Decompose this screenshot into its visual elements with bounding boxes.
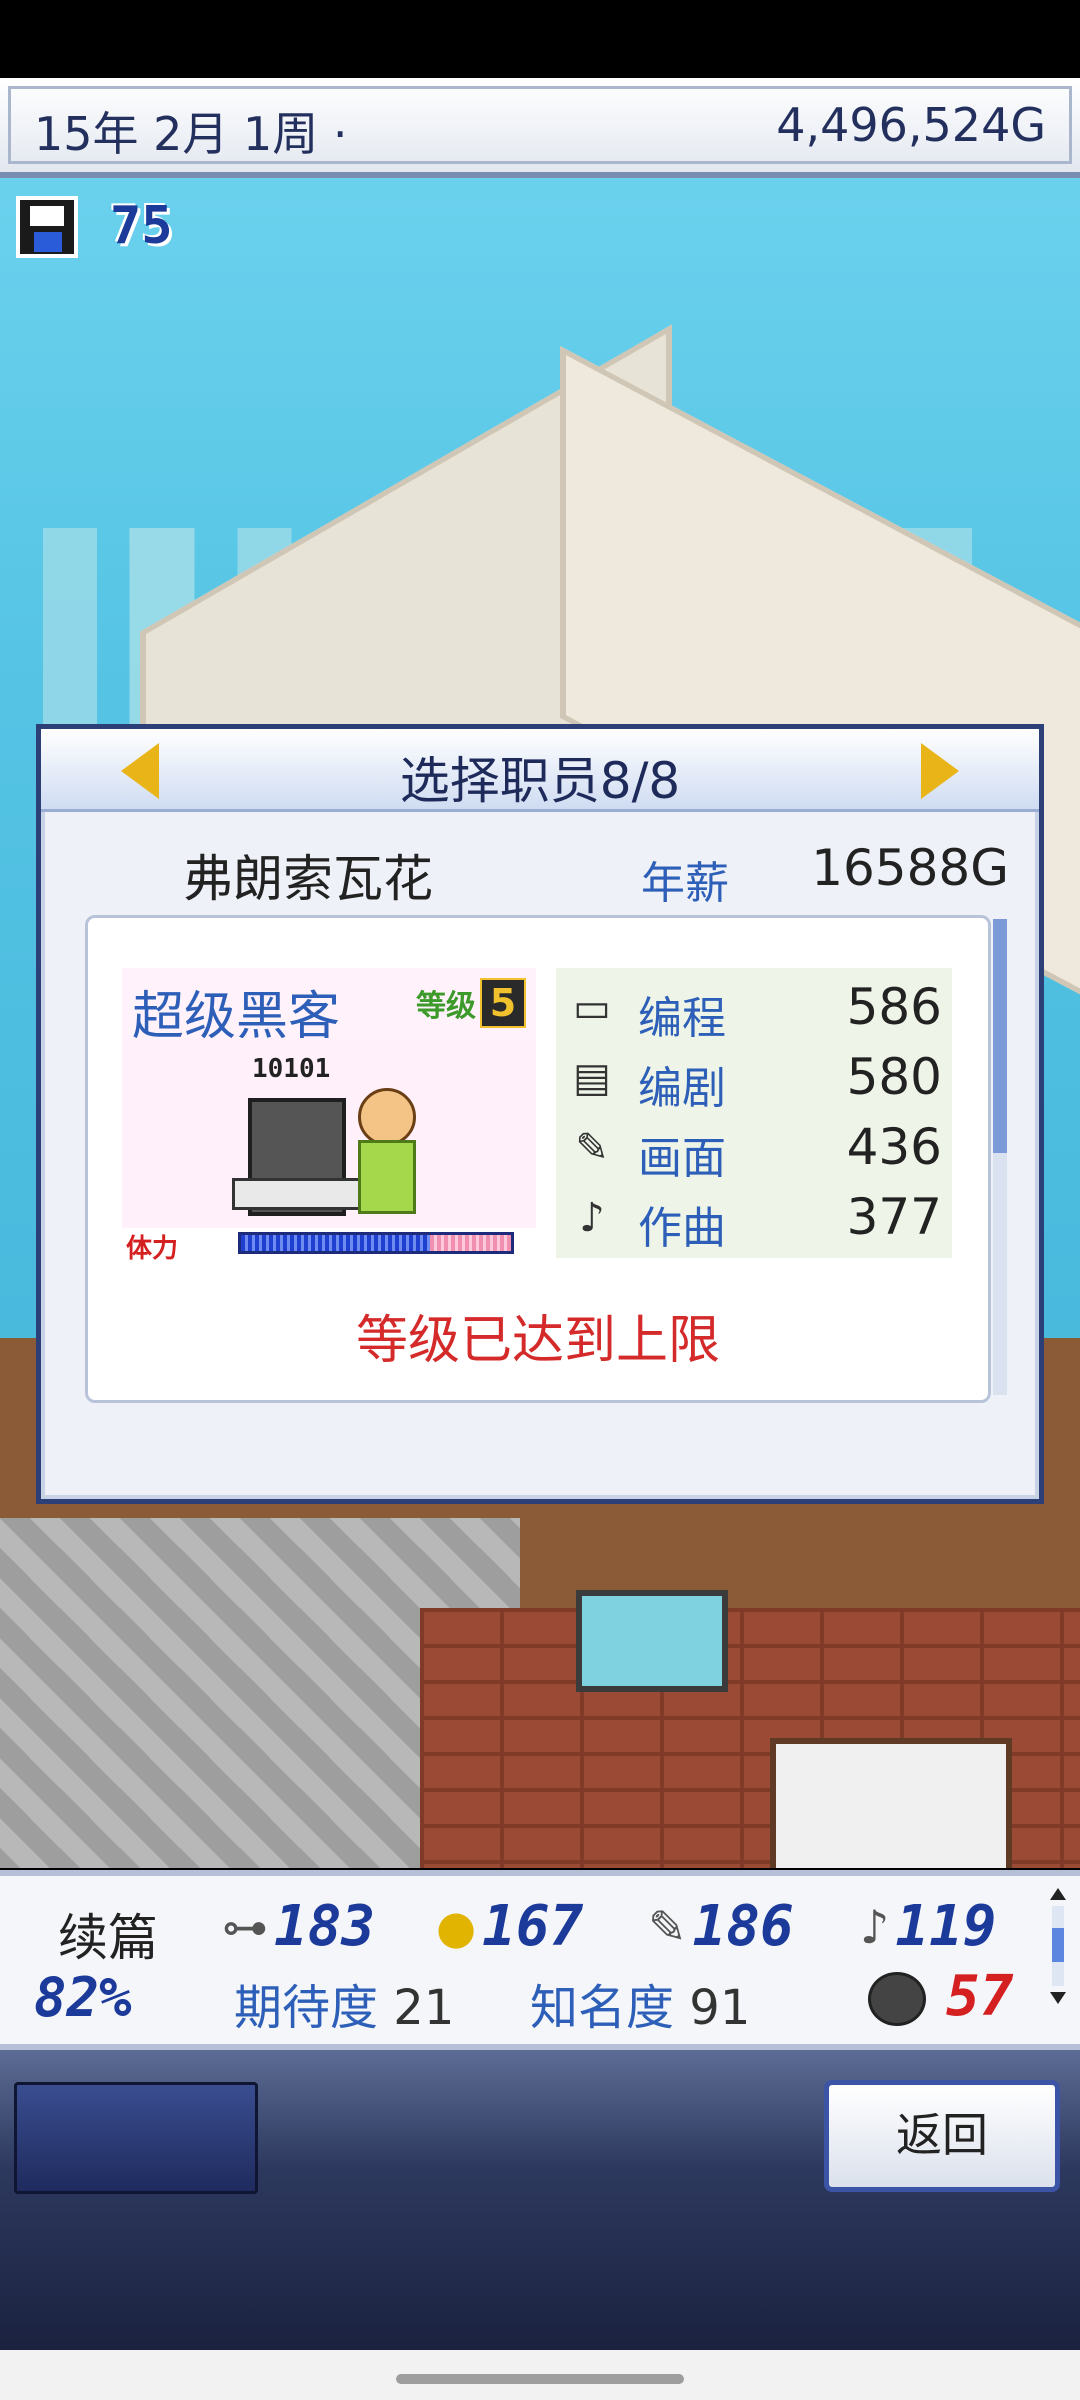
skill-stats: ▭ 编程 586 ▤ 编剧 580 ✎ 画面 436 ♪ 作曲 377 bbox=[556, 968, 952, 1258]
salary-label: 年薪 bbox=[641, 858, 729, 909]
level-label: 等级 bbox=[416, 989, 476, 1024]
empty-command-slot[interactable] bbox=[14, 2082, 258, 2194]
dialog-header: 选择职员8/8 bbox=[41, 729, 1039, 812]
office-window bbox=[770, 1738, 1012, 1868]
coin-icon: ● bbox=[436, 1899, 477, 1954]
trumpet-icon: ♪ bbox=[579, 1195, 605, 1241]
stat-sound: ♪ 作曲 377 bbox=[556, 1182, 952, 1254]
info-stat-sound: ♪ 119 bbox=[860, 1894, 997, 1959]
trumpet-icon: ♪ bbox=[860, 1899, 890, 1954]
stamina-row: 体力 bbox=[122, 1228, 536, 1264]
system-status-bar bbox=[0, 0, 1080, 78]
stat-value: 377 bbox=[846, 1188, 942, 1246]
book-icon: ▤ bbox=[573, 1055, 611, 1101]
info-stat-fun: ⊶ 183 bbox=[222, 1894, 376, 1959]
game-date: 15年 2月 1周 · bbox=[34, 107, 348, 161]
stat-value: 436 bbox=[846, 1118, 942, 1176]
stat-label: 编程 bbox=[638, 993, 726, 1044]
sequel-label: 续篇 bbox=[58, 1909, 158, 1967]
scroll-up-icon[interactable] bbox=[1050, 1888, 1066, 1900]
paint-icon: ✎ bbox=[648, 1899, 687, 1954]
paint-icon: ✎ bbox=[575, 1125, 609, 1171]
level-badge: 等级 5 bbox=[416, 978, 526, 1028]
stat-value: 580 bbox=[846, 1048, 942, 1106]
employee-name: 弗朗索瓦花 bbox=[183, 850, 433, 908]
info-stat-creativity: ● 167 bbox=[436, 1894, 584, 1959]
computer-icon: ▭ bbox=[573, 985, 611, 1031]
info-stat-graphics: ✎ 186 bbox=[648, 1894, 794, 1959]
salary-value: 16588G bbox=[811, 839, 1009, 897]
info-scroll-thumb[interactable] bbox=[1052, 1928, 1064, 1962]
bug-count: 57 bbox=[946, 1964, 1014, 2029]
project-info-bar: 续篇 82% ⊶ 183 ● 167 ✎ 186 ♪ 119 期待度 21 知名… bbox=[0, 1870, 1080, 2050]
employee-portrait: 10101 bbox=[122, 1038, 536, 1228]
stat-label: 画面 bbox=[638, 1133, 726, 1184]
stat-programming: ▭ 编程 586 bbox=[556, 972, 952, 1044]
employee-sprite-head bbox=[358, 1088, 416, 1146]
stamina-bar bbox=[238, 1232, 514, 1254]
bug-icon bbox=[868, 1972, 926, 2026]
controller-icon: ⊶ bbox=[222, 1899, 268, 1954]
stamina-remainder bbox=[430, 1235, 511, 1251]
floppy-disk-icon[interactable] bbox=[16, 196, 78, 258]
employee-card: 超级黑客 等级 5 10101 体力 bbox=[122, 968, 536, 1264]
stamina-fill bbox=[241, 1235, 430, 1251]
next-arrow-icon[interactable] bbox=[921, 743, 959, 799]
stat-label: 编剧 bbox=[638, 1063, 726, 1114]
scrollbar-thumb[interactable] bbox=[993, 919, 1007, 1153]
level-number: 5 bbox=[480, 978, 526, 1028]
level-max-message: 等级已达到上限 bbox=[355, 1311, 720, 1371]
stat-value: 586 bbox=[846, 978, 942, 1036]
stat-scenario: ▤ 编剧 580 bbox=[556, 1042, 952, 1114]
fame: 知名度 91 bbox=[530, 1980, 751, 2036]
save-count: 75 bbox=[110, 196, 173, 256]
stamina-label: 体力 bbox=[126, 1234, 179, 1264]
funds: 4,496,524G bbox=[776, 98, 1046, 152]
scroll-down-icon[interactable] bbox=[1050, 1992, 1066, 2004]
info-scrollbar[interactable] bbox=[1050, 1888, 1066, 2038]
dialog-title: 选择职员8/8 bbox=[399, 752, 681, 810]
employee-sprite-body bbox=[358, 1140, 416, 1214]
employee-panel[interactable]: 超级黑客 等级 5 10101 体力 ▭ 编程 586 ▤ 编剧 580 ✎ 画… bbox=[85, 915, 991, 1403]
back-button[interactable]: 返回 bbox=[824, 2080, 1060, 2192]
bottom-command-bar: 返回 bbox=[0, 2050, 1080, 2350]
stat-label: 作曲 bbox=[638, 1203, 726, 1254]
desk-sprite bbox=[232, 1178, 368, 1210]
aquarium bbox=[576, 1590, 728, 1692]
home-gesture-handle[interactable] bbox=[396, 2374, 684, 2384]
binary-text: 10101 bbox=[252, 1054, 331, 1084]
stat-graphics: ✎ 画面 436 bbox=[556, 1112, 952, 1184]
select-staff-dialog: 选择职员8/8 弗朗索瓦花 年薪 16588G 超级黑客 等级 5 10101 … bbox=[36, 724, 1044, 1504]
panel-scrollbar[interactable] bbox=[993, 919, 1007, 1395]
sequel-percent: 82% bbox=[34, 1966, 132, 2029]
expectation: 期待度 21 bbox=[234, 1980, 455, 2036]
top-status-bar: 15年 2月 1周 · 4,496,524G bbox=[0, 78, 1080, 178]
